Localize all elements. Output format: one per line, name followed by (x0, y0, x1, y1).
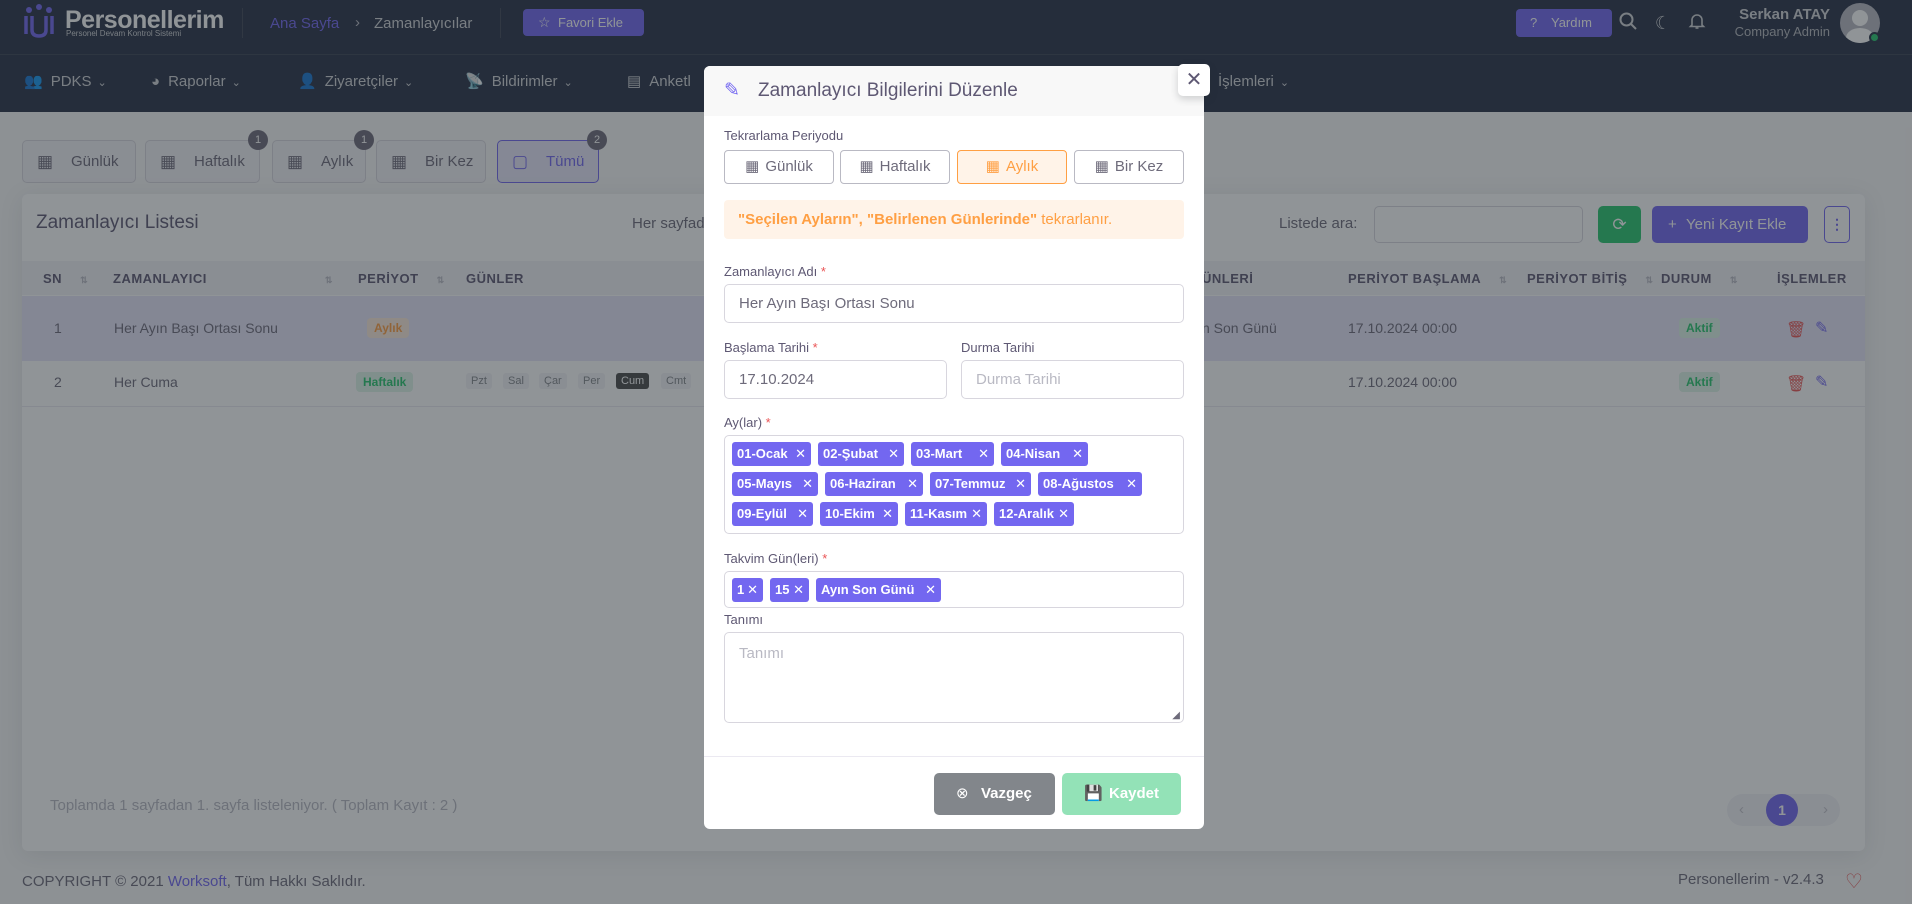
month-tag[interactable]: 11-Kasım ✕ (905, 502, 987, 526)
start-date-input[interactable]: 17.10.2024 (724, 360, 947, 399)
name-label: Zamanlayıcı Adı * (724, 264, 826, 279)
stop-date-label: Durma Tarihi (961, 340, 1035, 355)
remove-icon: ✕ (747, 582, 758, 597)
start-date-label: Başlama Tarihi * (724, 340, 818, 355)
month-tag[interactable]: 04-Nisan ✕ (1001, 442, 1088, 466)
x-circle-icon: ⊗ (956, 785, 969, 802)
cancel-button[interactable]: ⊗ Vazgeç (934, 773, 1055, 815)
save-icon: 💾 (1084, 785, 1103, 802)
month-tag[interactable]: 01-Ocak ✕ (732, 442, 811, 466)
remove-icon: ✕ (1072, 446, 1083, 461)
day-tag[interactable]: 15 ✕ (770, 578, 809, 602)
month-tag[interactable]: 06-Haziran ✕ (825, 472, 923, 496)
info-alert: "Seçilen Ayların", "Belirlenen Günlerind… (724, 200, 1184, 239)
modal-footer-divider (704, 756, 1204, 757)
remove-icon: ✕ (978, 446, 989, 461)
month-tag[interactable]: 10-Ekim ✕ (820, 502, 898, 526)
remove-icon: ✕ (925, 582, 936, 597)
resize-handle-icon: ◢ (1172, 710, 1180, 721)
months-label: Ay(lar) * (724, 415, 771, 430)
remove-icon: ✕ (1058, 506, 1069, 521)
month-tag[interactable]: 07-Temmuz ✕ (930, 472, 1031, 496)
remove-icon: ✕ (1126, 476, 1137, 491)
description-label: Tanımı (724, 612, 764, 627)
description-textarea[interactable]: Tanımı ◢ (724, 632, 1184, 723)
edit-icon: ✎ (724, 80, 740, 101)
close-icon: ✕ (1185, 69, 1203, 91)
calendar-day-icon: ▦ (745, 158, 760, 175)
calendar-x-icon: ▦ (1094, 158, 1109, 175)
stop-date-input[interactable]: Durma Tarihi (961, 360, 1184, 399)
period-once-button[interactable]: ▦ Bir Kez (1074, 150, 1184, 184)
remove-icon: ✕ (793, 582, 804, 597)
calendar-week-icon: ▦ (859, 158, 874, 175)
remove-icon: ✕ (907, 476, 918, 491)
remove-icon: ✕ (795, 446, 806, 461)
days-label: Takvim Gün(leri) * (724, 551, 828, 566)
edit-timer-modal: ✎ Zamanlayıcı Bilgilerini Düzenle ✕ Tekr… (704, 64, 1210, 829)
remove-icon: ✕ (882, 506, 893, 521)
save-button[interactable]: 💾 Kaydet (1062, 773, 1181, 815)
days-select[interactable]: 1 ✕ 15 ✕ Ayın Son Günü ✕ (724, 571, 1184, 608)
remove-icon: ✕ (1015, 476, 1026, 491)
months-select[interactable]: 01-Ocak ✕ 02-Şubat ✕ 03-Mart ✕ 04-Nisan ✕ 05… (724, 435, 1184, 534)
remove-icon: ✕ (888, 446, 899, 461)
close-button[interactable]: ✕ (1178, 64, 1210, 96)
remove-icon: ✕ (802, 476, 813, 491)
modal-title: Zamanlayıcı Bilgilerini Düzenle (758, 80, 1018, 101)
day-tag[interactable]: 1 ✕ (732, 578, 763, 602)
month-tag[interactable]: 08-Ağustos ✕ (1038, 472, 1142, 496)
month-tag[interactable]: 09-Eylül ✕ (732, 502, 813, 526)
day-tag[interactable]: Ayın Son Günü ✕ (816, 578, 941, 602)
month-tag[interactable]: 05-Mayıs ✕ (732, 472, 818, 496)
remove-icon: ✕ (797, 506, 808, 521)
month-tag[interactable]: 02-Şubat ✕ (818, 442, 904, 466)
month-tag[interactable]: 12-Aralık ✕ (994, 502, 1074, 526)
period-weekly-button[interactable]: ▦ Haftalık (840, 150, 950, 184)
period-monthly-button[interactable]: ▦ Aylık (957, 150, 1067, 184)
period-label: Tekrarlama Periyodu (724, 128, 844, 143)
remove-icon: ✕ (971, 506, 982, 521)
name-input[interactable]: Her Ayın Başı Ortası Sonu (724, 284, 1184, 323)
period-daily-button[interactable]: ▦ Günlük (724, 150, 834, 184)
month-tag[interactable]: 03-Mart ✕ (911, 442, 994, 466)
calendar-icon: ▦ (985, 158, 1000, 175)
